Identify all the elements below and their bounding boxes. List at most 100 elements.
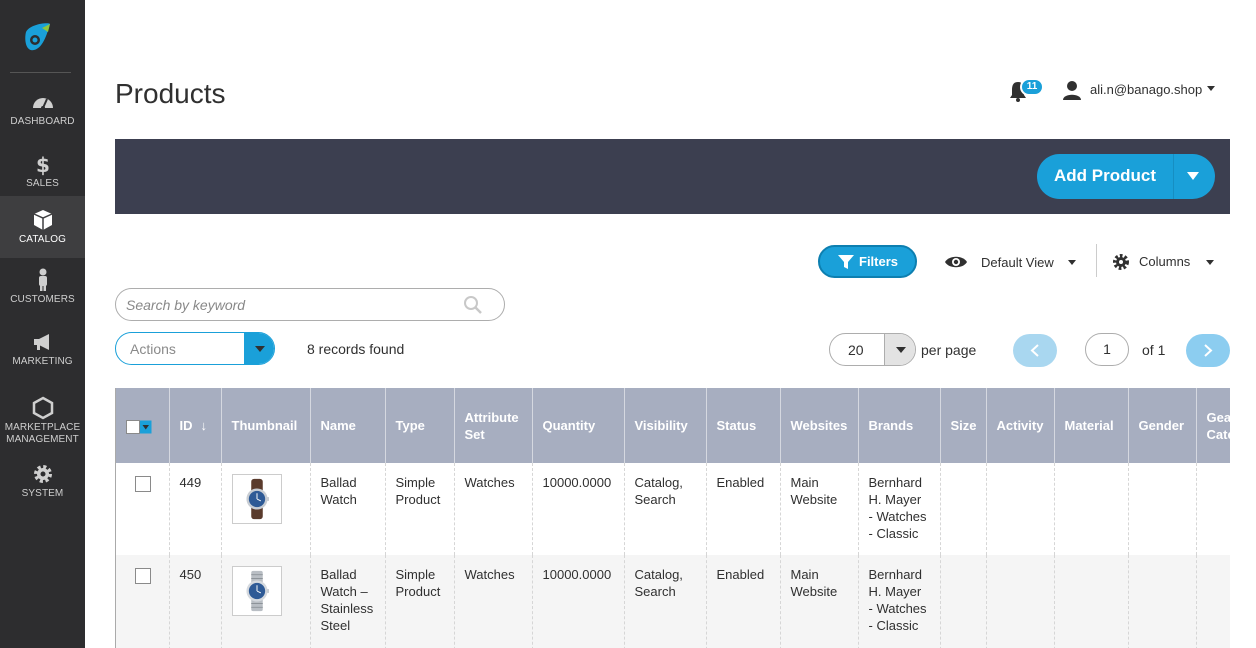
gear-icon <box>33 465 52 483</box>
cell-attribute-set: Watches <box>453 555 532 648</box>
svg-text:$: $ <box>35 153 49 176</box>
row-select-cell[interactable] <box>116 463 169 555</box>
default-view-dropdown[interactable]: Default View <box>981 255 1054 270</box>
actions-toggle[interactable] <box>244 333 274 364</box>
product-thumbnail-image[interactable] <box>231 474 282 524</box>
actions-label: Actions <box>130 341 176 357</box>
sidebar-item-marketplace-management[interactable]: MARKETPLACE MANAGEMENT <box>0 390 85 448</box>
person-icon <box>38 268 47 291</box>
sidebar-item-system[interactable]: SYSTEM <box>0 456 85 518</box>
chevron-down-icon[interactable] <box>1207 86 1215 92</box>
eye-icon[interactable] <box>944 254 968 270</box>
filters-button[interactable]: Filters <box>818 245 917 278</box>
chevron-down-icon[interactable] <box>1068 260 1076 266</box>
cell-type: Simple Product <box>384 463 454 555</box>
column-header-brands[interactable]: Brands <box>857 388 940 463</box>
row-checkbox[interactable] <box>135 568 151 584</box>
previous-page-button[interactable] <box>1013 334 1057 367</box>
sidebar-item-marketing[interactable]: MARKETING <box>0 324 85 386</box>
column-header-quantity[interactable]: Quantity <box>531 388 624 463</box>
hexagon-icon <box>32 396 53 420</box>
table-row[interactable]: 450 Ballad Watch – Stainless Steel Simple Pr… <box>116 555 1230 648</box>
chevron-down-icon <box>896 347 906 353</box>
column-header-material[interactable]: Material <box>1053 388 1128 463</box>
sidebar-item-label: SALES <box>26 178 59 189</box>
gear-icon[interactable] <box>1112 253 1130 271</box>
per-page-toggle[interactable] <box>884 334 915 365</box>
add-product-label: Add Product <box>1054 166 1156 185</box>
columns-dropdown[interactable]: Columns <box>1139 254 1190 269</box>
next-page-button[interactable] <box>1186 334 1230 367</box>
column-header-type[interactable]: Type <box>384 388 454 463</box>
sort-down-icon: ↓ <box>200 418 208 433</box>
cell-status: Enabled <box>705 555 780 648</box>
table-header-row: ID ↓ Thumbnail Name Type Attribute Set Qua… <box>116 388 1230 463</box>
sidebar-item-label: CUSTOMERS <box>10 294 75 305</box>
box-icon <box>33 210 52 230</box>
per-page-value: 20 <box>848 342 864 358</box>
sidebar-item-customers[interactable]: CUSTOMERS <box>0 262 85 324</box>
chevron-down-icon[interactable] <box>1206 260 1214 266</box>
sidebar-item-label: DASHBOARD <box>10 116 75 127</box>
column-header-status[interactable]: Status <box>705 388 780 463</box>
cell-brands: Bernhard H. Mayer - Watches - Classic <box>857 555 940 648</box>
sidebar: DASHBOARD $ SALES CATALOG CUSTOMERS MARK… <box>0 0 85 648</box>
filters-label: Filters <box>859 254 899 269</box>
page-number-input[interactable]: 1 <box>1085 333 1129 366</box>
sidebar-item-label: MARKETPLACE <box>4 422 81 433</box>
cell-name: Ballad Watch – Stainless Steel <box>309 555 385 648</box>
cell-quantity: 10000.0000 <box>531 555 624 648</box>
per-page-label: per page <box>921 342 977 358</box>
product-thumbnail-image[interactable] <box>231 566 282 616</box>
column-header-gear-category[interactable]: GearCategory <box>1195 388 1230 463</box>
cell-id: 449 <box>168 463 221 555</box>
cell-id: 450 <box>168 555 221 648</box>
column-header-gender[interactable]: Gender <box>1127 388 1196 463</box>
search-icon[interactable] <box>463 295 483 315</box>
products-table: ID ↓ Thumbnail Name Type Attribute Set Qua… <box>116 388 1230 648</box>
sidebar-item-label: MANAGEMENT <box>6 434 79 445</box>
column-header-thumbnail[interactable]: Thumbnail <box>220 388 310 463</box>
column-header-name[interactable]: Name <box>309 388 385 463</box>
user-icon[interactable] <box>1062 80 1082 100</box>
sidebar-item-label: MARKETING <box>12 356 73 367</box>
cell-type: Simple Product <box>384 555 454 648</box>
products-grid: ID ↓ Thumbnail Name Type Attribute Set Qua… <box>115 388 1230 648</box>
cell-name: Ballad Watch <box>309 463 385 555</box>
cell-status: Enabled <box>705 463 780 555</box>
dashboard-icon <box>32 98 53 110</box>
cell-visibility: Catalog, Search <box>623 463 706 555</box>
page-total: of 1 <box>1142 342 1166 358</box>
column-header-websites[interactable]: Websites <box>779 388 858 463</box>
user-account-menu[interactable]: ali.n@banago.shop <box>1090 82 1202 97</box>
per-page-select[interactable]: 20 <box>829 333 916 366</box>
keyword-search <box>115 288 505 321</box>
add-product-button[interactable]: Add Product <box>1037 154 1215 199</box>
cell-size <box>939 555 986 648</box>
cell-websites: Main Website <box>779 555 858 648</box>
cell-attribute-set: Watches <box>453 463 532 555</box>
row-select-cell[interactable] <box>116 555 169 648</box>
cell-gear-category <box>1195 463 1230 555</box>
sidebar-item-dashboard[interactable]: DASHBOARD <box>0 84 85 146</box>
table-row[interactable]: 449 Ballad Watch Simple Product Watches 10… <box>116 463 1230 555</box>
search-input[interactable] <box>126 295 446 315</box>
notification-badge[interactable]: 11 <box>1020 78 1044 96</box>
mass-actions-dropdown[interactable]: Actions <box>115 332 275 365</box>
chevron-down-icon[interactable] <box>1187 172 1199 181</box>
select-all-checkbox[interactable] <box>126 419 152 434</box>
chevron-left-icon <box>1030 344 1039 357</box>
row-checkbox[interactable] <box>135 476 151 492</box>
cell-thumbnail <box>220 555 310 648</box>
column-header-attribute-set[interactable]: Attribute Set <box>453 388 532 463</box>
column-header-activity[interactable]: Activity <box>985 388 1054 463</box>
cell-activity <box>985 555 1054 648</box>
logo-icon[interactable] <box>22 22 54 54</box>
select-all-header[interactable] <box>116 388 169 463</box>
column-header-visibility[interactable]: Visibility <box>623 388 706 463</box>
column-header-size[interactable]: Size <box>939 388 986 463</box>
sidebar-item-catalog[interactable]: CATALOG <box>0 196 85 258</box>
sidebar-item-label: CATALOG <box>18 234 66 245</box>
divider <box>1096 244 1097 277</box>
column-header-id[interactable]: ID ↓ <box>168 388 221 463</box>
